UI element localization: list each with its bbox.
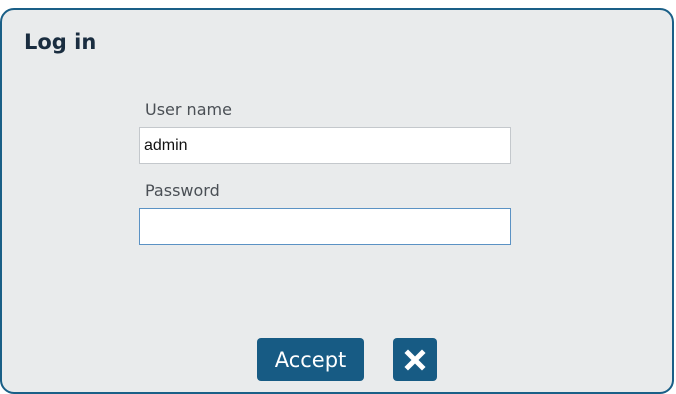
accept-button[interactable]: Accept [257, 338, 364, 381]
login-dialog: Log in User name Password Accept [0, 8, 674, 394]
close-icon [404, 348, 426, 371]
dialog-title: Log in [24, 30, 97, 54]
username-field[interactable] [139, 127, 511, 164]
password-label: Password [145, 181, 220, 200]
username-label: User name [145, 100, 232, 119]
close-button[interactable] [393, 338, 437, 381]
password-field[interactable] [139, 208, 511, 245]
